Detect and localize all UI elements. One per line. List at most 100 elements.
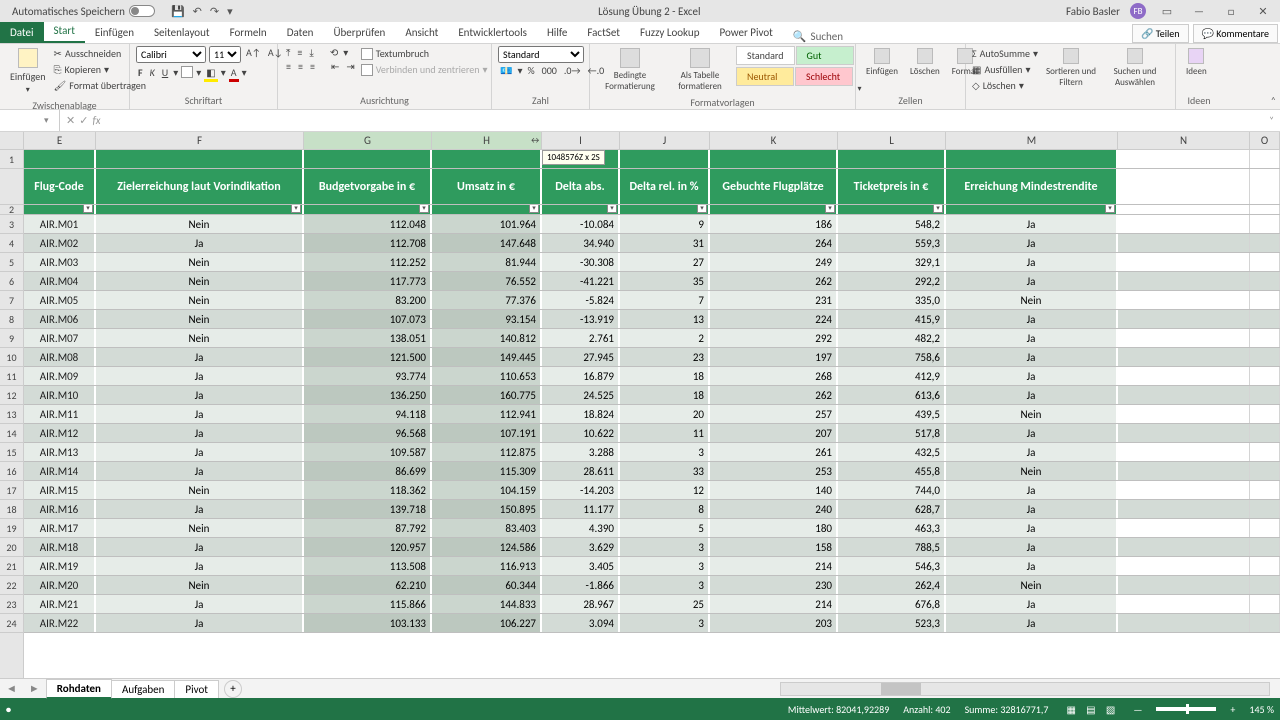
cell[interactable]: 231	[710, 291, 838, 309]
cell[interactable]: 160.775	[432, 386, 542, 404]
row-header[interactable]: 20	[0, 538, 23, 557]
cell[interactable]	[1118, 215, 1250, 233]
table-row[interactable]: AIR.M14Ja86.699115.30928.61133253455,8Ne…	[24, 462, 1280, 481]
cell[interactable]	[1250, 386, 1280, 404]
view-normal-icon[interactable]: ▦	[1062, 703, 1079, 716]
delete-cells-button[interactable]: Löschen	[906, 46, 944, 92]
cell[interactable]: -30.308	[542, 253, 620, 271]
cell[interactable]: 11	[620, 424, 710, 442]
bold-button[interactable]: F	[136, 66, 145, 82]
tab-daten[interactable]: Daten	[277, 22, 324, 43]
cell[interactable]	[1118, 443, 1250, 461]
cell[interactable]: 559,3	[838, 234, 946, 252]
cell[interactable]: 23	[620, 348, 710, 366]
cell[interactable]: -41.221	[542, 272, 620, 290]
clear-button[interactable]: ◇Löschen ▾	[972, 78, 1038, 93]
cell[interactable]: 292,2	[838, 272, 946, 290]
cell[interactable]: 214	[710, 595, 838, 613]
cell[interactable]: 197	[710, 348, 838, 366]
cell[interactable]: 292	[710, 329, 838, 347]
cell[interactable]: Nein	[96, 519, 304, 537]
table-row[interactable]: AIR.M03Nein112.25281.944-30.30827249329,…	[24, 253, 1280, 272]
sheet-nav-next-icon[interactable]: ►	[23, 682, 46, 695]
tab-ueberpruefen[interactable]: Überprüfen	[323, 22, 395, 43]
worksheet-grid[interactable]: 1048576Z x 2S E F G H↔ I J K L M N O 1 2…	[0, 132, 1280, 678]
cell[interactable]: 106.227	[432, 614, 542, 632]
cell[interactable]	[1118, 576, 1250, 594]
cell[interactable]: 3	[620, 576, 710, 594]
cell[interactable]: Nein	[96, 310, 304, 328]
cell[interactable]: Nein	[96, 253, 304, 271]
underline-button[interactable]: U	[160, 66, 170, 82]
cell[interactable]: 116.913	[432, 557, 542, 575]
row-header[interactable]: 13	[0, 405, 23, 424]
tab-powerpivot[interactable]: Power Pivot	[709, 22, 782, 43]
cell[interactable]: AIR.M19	[24, 557, 96, 575]
cell[interactable]	[1250, 443, 1280, 461]
tab-fuzzylookup[interactable]: Fuzzy Lookup	[630, 22, 710, 43]
cell[interactable]: 109.587	[304, 443, 432, 461]
cell[interactable]: Ja	[96, 348, 304, 366]
cell[interactable]: Nein	[96, 291, 304, 309]
cell[interactable]	[1118, 519, 1250, 537]
sheet-nav-prev-icon[interactable]: ◄	[0, 682, 23, 695]
cell[interactable]: AIR.M15	[24, 481, 96, 499]
table-row[interactable]: AIR.M08Ja121.500149.44527.94523197758,6J…	[24, 348, 1280, 367]
borders-button[interactable]	[181, 66, 193, 78]
table-row[interactable]: AIR.M01Nein112.048101.964-10.0849186548,…	[24, 215, 1280, 234]
cell[interactable]	[1118, 310, 1250, 328]
user-avatar[interactable]: FB	[1130, 3, 1146, 19]
cell[interactable]: 12	[620, 481, 710, 499]
cell[interactable]: 432,5	[838, 443, 946, 461]
cell[interactable]: -13.919	[542, 310, 620, 328]
cell[interactable]: 261	[710, 443, 838, 461]
cell[interactable]: 25	[620, 595, 710, 613]
table-row[interactable]: AIR.M07Nein138.051140.8122.7612292482,2J…	[24, 329, 1280, 348]
cell[interactable]	[1118, 367, 1250, 385]
cell[interactable]: 546,3	[838, 557, 946, 575]
autosave-toggle[interactable]: Automatisches Speichern	[6, 5, 161, 18]
table-row[interactable]: AIR.M04Nein117.77376.552-41.22135262292,…	[24, 272, 1280, 291]
cell[interactable]: Ja	[96, 462, 304, 480]
cell[interactable]: Ja	[946, 538, 1118, 556]
wrap-text-button[interactable]: Textumbruch	[361, 46, 488, 61]
cell[interactable]	[1118, 538, 1250, 556]
cell[interactable]: 9	[620, 215, 710, 233]
cell[interactable]: 329,1	[838, 253, 946, 271]
accounting-format-icon[interactable]: 💶	[498, 64, 514, 77]
cell[interactable]: 120.957	[304, 538, 432, 556]
cell[interactable]: 249	[710, 253, 838, 271]
filter-icon[interactable]: ▾	[529, 205, 539, 213]
cell[interactable]: 264	[710, 234, 838, 252]
cell[interactable]	[1118, 405, 1250, 423]
orientation-icon[interactable]: ⟲	[328, 46, 340, 59]
cell[interactable]: 2	[620, 329, 710, 347]
row-header[interactable]: 17	[0, 481, 23, 500]
merge-center-button[interactable]: Verbinden und zentrieren ▾	[361, 62, 488, 77]
save-icon[interactable]: 💾	[171, 5, 185, 18]
cell[interactable]: 144.833	[432, 595, 542, 613]
cell[interactable]	[1250, 595, 1280, 613]
table-row[interactable]: AIR.M13Ja109.587112.8753.2883261432,5Ja	[24, 443, 1280, 462]
cell[interactable]: 3	[620, 538, 710, 556]
minimize-icon[interactable]: —	[1188, 5, 1210, 18]
cell[interactable]: 262,4	[838, 576, 946, 594]
cell[interactable]	[1250, 538, 1280, 556]
table-row[interactable]: AIR.M05Nein83.20077.376-5.8247231335,0Ne…	[24, 291, 1280, 310]
cell[interactable]: 62.210	[304, 576, 432, 594]
cell[interactable]: 758,6	[838, 348, 946, 366]
row-header[interactable]: 6	[0, 272, 23, 291]
cancel-formula-icon[interactable]: ✕	[66, 114, 75, 127]
row-headers[interactable]: 1 2 345678910111213141516171819202122232…	[0, 150, 24, 678]
cell[interactable]: 118.362	[304, 481, 432, 499]
col-header-L[interactable]: L	[838, 132, 946, 149]
cell[interactable]: AIR.M22	[24, 614, 96, 632]
tell-me-search[interactable]: 🔍 Suchen	[793, 30, 843, 43]
sheet-tab-aufgaben[interactable]: Aufgaben	[111, 680, 175, 698]
format-as-table-button[interactable]: Als Tabelle formatieren	[668, 46, 732, 94]
cell[interactable]	[1118, 424, 1250, 442]
cell[interactable]: Nein	[96, 272, 304, 290]
paste-button[interactable]: Einfügen▾	[6, 46, 50, 97]
cell[interactable]: 112.252	[304, 253, 432, 271]
row-header[interactable]: 5	[0, 253, 23, 272]
